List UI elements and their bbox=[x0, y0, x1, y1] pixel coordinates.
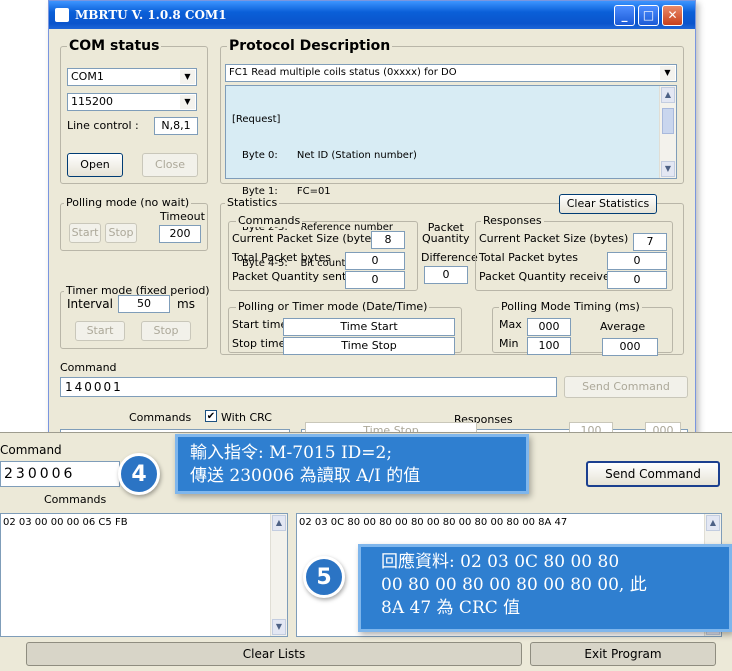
command-input[interactable]: 140001 bbox=[60, 377, 557, 397]
baud-rate-select[interactable]: 115200 ▼ bbox=[67, 93, 197, 111]
mbrtu-window: MBRTU V. 1.0.8 COM1 _ □ ✕ COM status COM… bbox=[48, 0, 696, 445]
desc-line: [Request] bbox=[232, 114, 281, 125]
total-bytes-field: 0 bbox=[345, 252, 405, 270]
polling-mode-title: Polling mode (no wait) bbox=[64, 196, 192, 209]
list-item[interactable]: 02 03 0C 80 00 80 00 80 00 80 00 80 00 8… bbox=[297, 514, 721, 531]
timer-start-button[interactable]: Start bbox=[75, 321, 125, 341]
average-label: Average bbox=[600, 320, 646, 333]
line-control-field[interactable]: N,8,1 bbox=[154, 117, 198, 135]
max-label: Max bbox=[499, 318, 522, 331]
desc-scrollbar[interactable]: ▲ ▼ bbox=[659, 86, 676, 178]
scroll-up-icon[interactable]: ▲ bbox=[706, 515, 720, 531]
line-control-label: Line control : bbox=[67, 119, 139, 132]
difference-label: Difference bbox=[421, 251, 478, 264]
commands-list[interactable]: 02 03 00 00 00 06 C5 FB ▲ ▼ bbox=[0, 513, 288, 637]
callout-step-4: 輸入指令: M-7015 ID=2; 傳送 230006 為讀取 A/I 的值 bbox=[175, 434, 529, 494]
stop-time-field: Time Stop bbox=[283, 337, 455, 355]
title-bar[interactable]: MBRTU V. 1.0.8 COM1 bbox=[49, 1, 695, 29]
interval-label: Interval bbox=[67, 297, 113, 311]
callout-5-line2: 00 80 00 80 00 80 00 80 00, 此 bbox=[381, 575, 647, 595]
com-port-value: COM1 bbox=[71, 70, 104, 83]
commands-list-title: Commands bbox=[44, 493, 107, 506]
commands-scrollbar[interactable]: ▲ ▼ bbox=[270, 514, 287, 636]
sent-field: 0 bbox=[345, 271, 405, 289]
stop-time-label: Stop time bbox=[232, 337, 286, 350]
callout-4-line1: 輸入指令: M-7015 ID=2; bbox=[190, 443, 393, 463]
command-label: Command bbox=[60, 361, 117, 374]
packet-quantity-label: Packet Quantity bbox=[422, 221, 470, 245]
timeout-label: Timeout bbox=[160, 210, 205, 223]
chevron-down-icon: ▼ bbox=[660, 66, 675, 80]
timing-title: Polling Mode Timing (ms) bbox=[499, 300, 642, 313]
chevron-down-icon: ▼ bbox=[180, 95, 195, 109]
responses-stats-title: Responses bbox=[481, 214, 544, 227]
average-field: 000 bbox=[602, 338, 658, 356]
received-label: Packet Quantity received bbox=[479, 270, 617, 283]
exit-program-button[interactable]: Exit Program bbox=[530, 642, 716, 666]
send-command-button[interactable]: Send Command bbox=[564, 376, 688, 398]
interval-unit: ms bbox=[177, 297, 195, 311]
maximize-button[interactable]: □ bbox=[638, 5, 659, 26]
callout-5-line1: 回應資料: 02 03 0C 80 00 80 bbox=[381, 552, 620, 572]
list-item[interactable]: 02 03 00 00 00 06 C5 FB bbox=[1, 514, 287, 531]
with-crc-label: With CRC bbox=[221, 411, 272, 424]
min-label: Min bbox=[499, 337, 519, 350]
commands-header: Commands bbox=[129, 411, 192, 424]
protocol-select[interactable]: FC1 Read multiple coils status (0xxxx) f… bbox=[225, 64, 677, 82]
cur-packet-field: 8 bbox=[371, 231, 405, 249]
scroll-up-icon[interactable]: ▲ bbox=[661, 87, 675, 103]
open-button[interactable]: Open bbox=[67, 153, 123, 177]
scroll-up-icon[interactable]: ▲ bbox=[272, 515, 286, 531]
command-label-zoom: Command bbox=[0, 443, 62, 457]
with-crc-checkbox[interactable]: ✔ bbox=[205, 410, 217, 422]
send-command-button-zoom[interactable]: Send Command bbox=[586, 461, 720, 487]
scroll-down-icon[interactable]: ▼ bbox=[272, 619, 286, 635]
close-port-button[interactable]: Close bbox=[142, 153, 198, 177]
timer-datetime-title: Polling or Timer mode (Date/Time) bbox=[236, 300, 430, 313]
baud-rate-value: 115200 bbox=[71, 95, 113, 108]
resp-total-label: Total Packet bytes bbox=[479, 251, 578, 264]
min-field: 100 bbox=[527, 337, 571, 355]
resp-cur-label: Current Packet Size (bytes) bbox=[479, 232, 629, 245]
difference-field: 0 bbox=[424, 266, 468, 284]
received-field: 0 bbox=[607, 271, 667, 289]
command-input-zoom[interactable]: 230006 bbox=[0, 461, 120, 487]
close-window-button[interactable]: ✕ bbox=[662, 5, 683, 26]
clear-statistics-button[interactable]: Clear Statistics bbox=[559, 194, 657, 214]
minimize-button[interactable]: _ bbox=[614, 5, 635, 26]
chevron-down-icon: ▼ bbox=[180, 70, 195, 84]
callout-5-line3: 8A 47 為 CRC 值 bbox=[381, 598, 521, 618]
callout-4-line2: 傳送 230006 為讀取 A/I 的值 bbox=[190, 466, 421, 486]
window-title: MBRTU V. 1.0.8 COM1 bbox=[75, 8, 227, 22]
com-port-select[interactable]: COM1 ▼ bbox=[67, 68, 197, 86]
resp-cur-field: 7 bbox=[633, 233, 667, 251]
sent-label: Packet Quantity sent bbox=[232, 270, 347, 283]
timeout-field[interactable]: 200 bbox=[159, 225, 201, 243]
interval-field[interactable]: 50 bbox=[118, 295, 170, 313]
polling-stop-button[interactable]: Stop bbox=[105, 223, 137, 243]
clear-lists-button[interactable]: Clear Lists bbox=[26, 642, 522, 666]
statistics-title: Statistics bbox=[225, 196, 280, 209]
protocol-title: Protocol Description bbox=[227, 38, 393, 54]
callout-step-5: 回應資料: 02 03 0C 80 00 80 00 80 00 80 00 8… bbox=[358, 544, 732, 632]
app-icon bbox=[55, 8, 69, 22]
com-status-title: COM status bbox=[67, 38, 162, 54]
total-bytes-label: Total Packet bytes bbox=[232, 251, 331, 264]
start-time-label: Start time bbox=[232, 318, 288, 331]
resp-total-field: 0 bbox=[607, 252, 667, 270]
scroll-down-icon[interactable]: ▼ bbox=[661, 161, 675, 177]
protocol-description-box[interactable]: [Request] Byte 0: Net ID (Station number… bbox=[225, 85, 677, 269]
cur-packet-label: Current Packet Size (bytes) bbox=[232, 232, 382, 245]
protocol-selected-value: FC1 Read multiple coils status (0xxxx) f… bbox=[229, 67, 457, 78]
start-time-field: Time Start bbox=[283, 318, 455, 336]
step-4-badge: 4 bbox=[118, 453, 160, 495]
scroll-thumb[interactable] bbox=[662, 108, 674, 134]
commands-stats-title: Commands bbox=[236, 214, 303, 227]
desc-line: Byte 0: Net ID (Station number) bbox=[242, 150, 417, 161]
polling-start-button[interactable]: Start bbox=[69, 223, 101, 243]
step-5-badge: 5 bbox=[303, 556, 345, 598]
timer-stop-button[interactable]: Stop bbox=[141, 321, 191, 341]
max-field: 000 bbox=[527, 318, 571, 336]
